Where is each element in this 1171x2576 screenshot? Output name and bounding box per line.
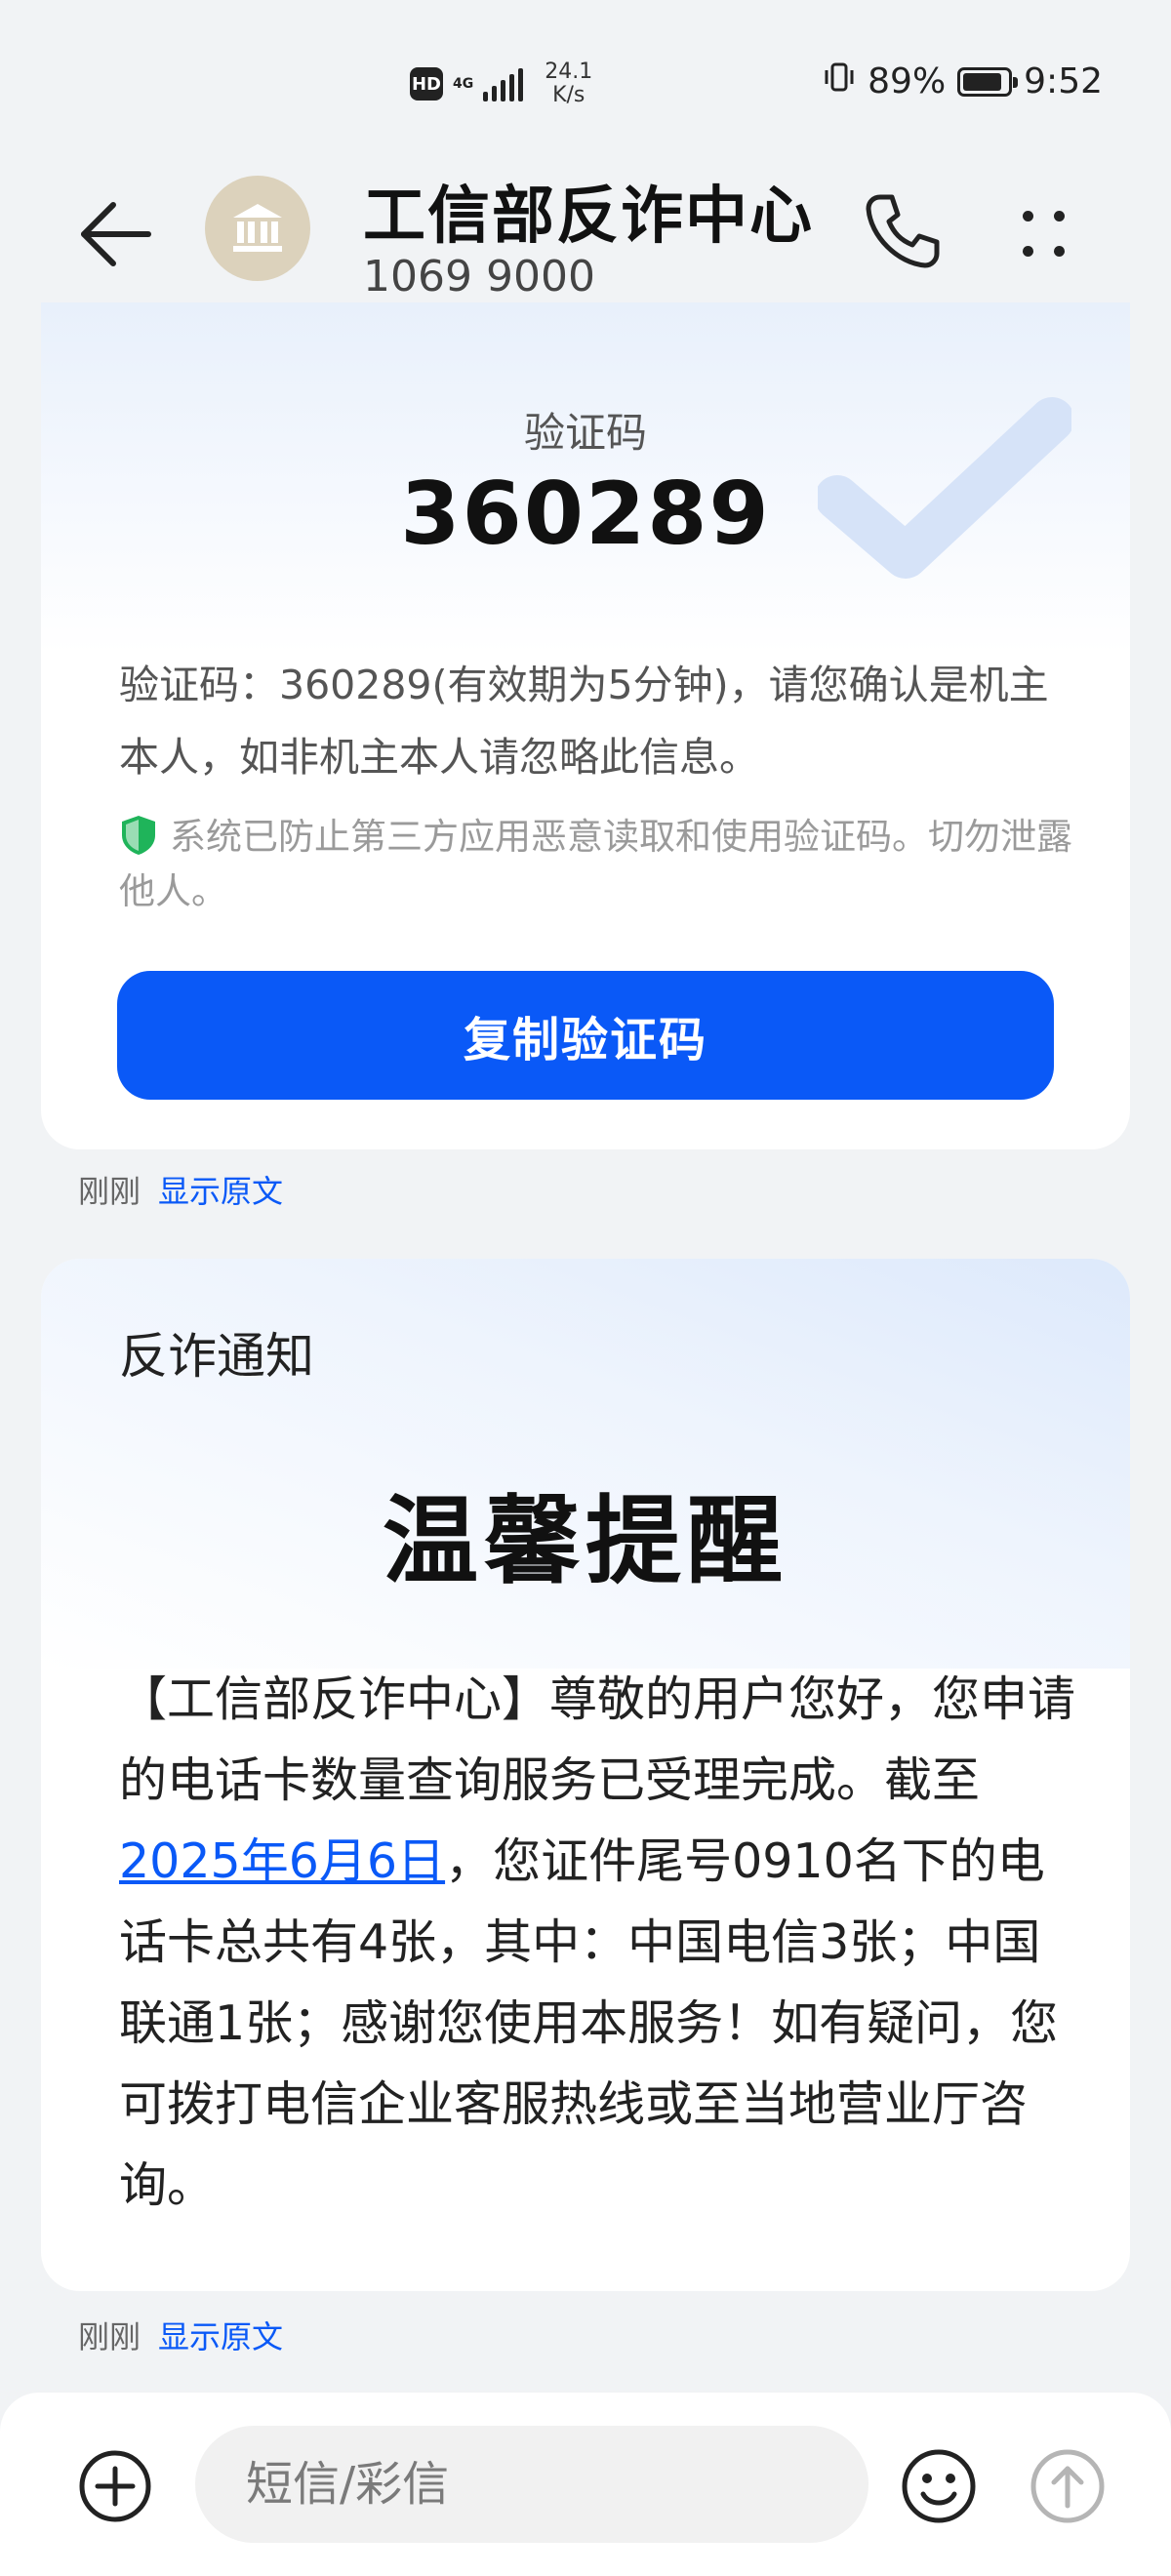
battery-icon (957, 66, 1019, 97)
conversation-header: 工信部反诈中心 1069 9000 (0, 166, 1171, 322)
notice-body-suffix: ，您证件尾号0910名下的电话卡总共有4张，其中：中国电信3张；中国联通1张；感… (119, 1833, 1059, 2213)
otp-message-body: 验证码：360289(有效期为5分钟)，请您确认是机主本人，如非机主本人请忽略此… (119, 662, 1049, 781)
speed-unit: K/s (552, 83, 586, 107)
message-time: 刚刚 (78, 2318, 141, 2355)
back-arrow-icon[interactable] (78, 195, 156, 273)
notice-body-prefix: 【工信部反诈中心】尊敬的用户您好，您申请的电话卡数量查询服务已受理完成。截至 (119, 1671, 1076, 1808)
hd-badge: HD (410, 67, 443, 101)
more-icon[interactable] (1015, 199, 1073, 267)
notice-title: 温馨提醒 (382, 1486, 788, 1597)
date-link[interactable]: 2025年6月6日 (119, 1833, 445, 1889)
network-speed: 24.1 K/s (545, 60, 592, 107)
bank-icon (233, 204, 282, 252)
battery-percent: 89% (868, 61, 947, 101)
notice-message-body: 【工信部反诈中心】尊敬的用户您好，您申请的电话卡数量查询服务已受理完成。截至 20… (119, 1659, 1085, 2226)
emoji-icon[interactable] (900, 2447, 978, 2525)
status-right: 89% 9:52 (823, 60, 1103, 102)
copy-code-button[interactable]: 复制验证码 (117, 971, 1054, 1100)
phone-icon[interactable] (859, 187, 947, 275)
send-icon[interactable] (1029, 2447, 1107, 2525)
show-original-link[interactable]: 显示原文 (158, 2313, 283, 2357)
signal-icon (483, 66, 524, 101)
security-note: 系统已防止第三方应用恶意读取和使用验证码。切勿泄露他人。 (119, 810, 1085, 919)
avatar[interactable] (205, 176, 310, 281)
speed-value: 24.1 (545, 60, 593, 84)
otp-code: 360289 (400, 463, 771, 564)
status-left: HD 4G 24.1 K/s (410, 60, 592, 107)
plus-icon[interactable] (78, 2449, 152, 2523)
compose-bar (0, 2393, 1171, 2576)
contact-name: 工信部反诈中心 (363, 181, 814, 253)
network-type: 4G (453, 76, 474, 92)
status-bar: HD 4G 24.1 K/s 89% 9:52 (0, 0, 1171, 166)
notice-message-card[interactable]: 反诈通知 温馨提醒 【工信部反诈中心】尊敬的用户您好，您申请的电话卡数量查询服务… (41, 1259, 1130, 2291)
security-note-text: 系统已防止第三方应用恶意读取和使用验证码。切勿泄露他人。 (119, 816, 1072, 912)
message-input[interactable] (195, 2426, 868, 2543)
otp-message-card[interactable]: 验证码 360289 验证码：360289(有效期为5分钟)，请您确认是机主本人… (41, 302, 1130, 1149)
contact-number: 1069 9000 (363, 252, 595, 302)
vibrate-icon (823, 60, 856, 102)
notice-label: 反诈通知 (119, 1328, 314, 1385)
otp-label: 验证码 (523, 409, 647, 457)
show-original-link[interactable]: 显示原文 (158, 1167, 283, 1212)
message-time: 刚刚 (78, 1173, 141, 1210)
message-meta: 刚刚 显示原文 (78, 1167, 283, 1212)
shield-icon (122, 816, 155, 855)
message-meta: 刚刚 显示原文 (78, 2313, 283, 2357)
clock: 9:52 (1024, 61, 1103, 101)
